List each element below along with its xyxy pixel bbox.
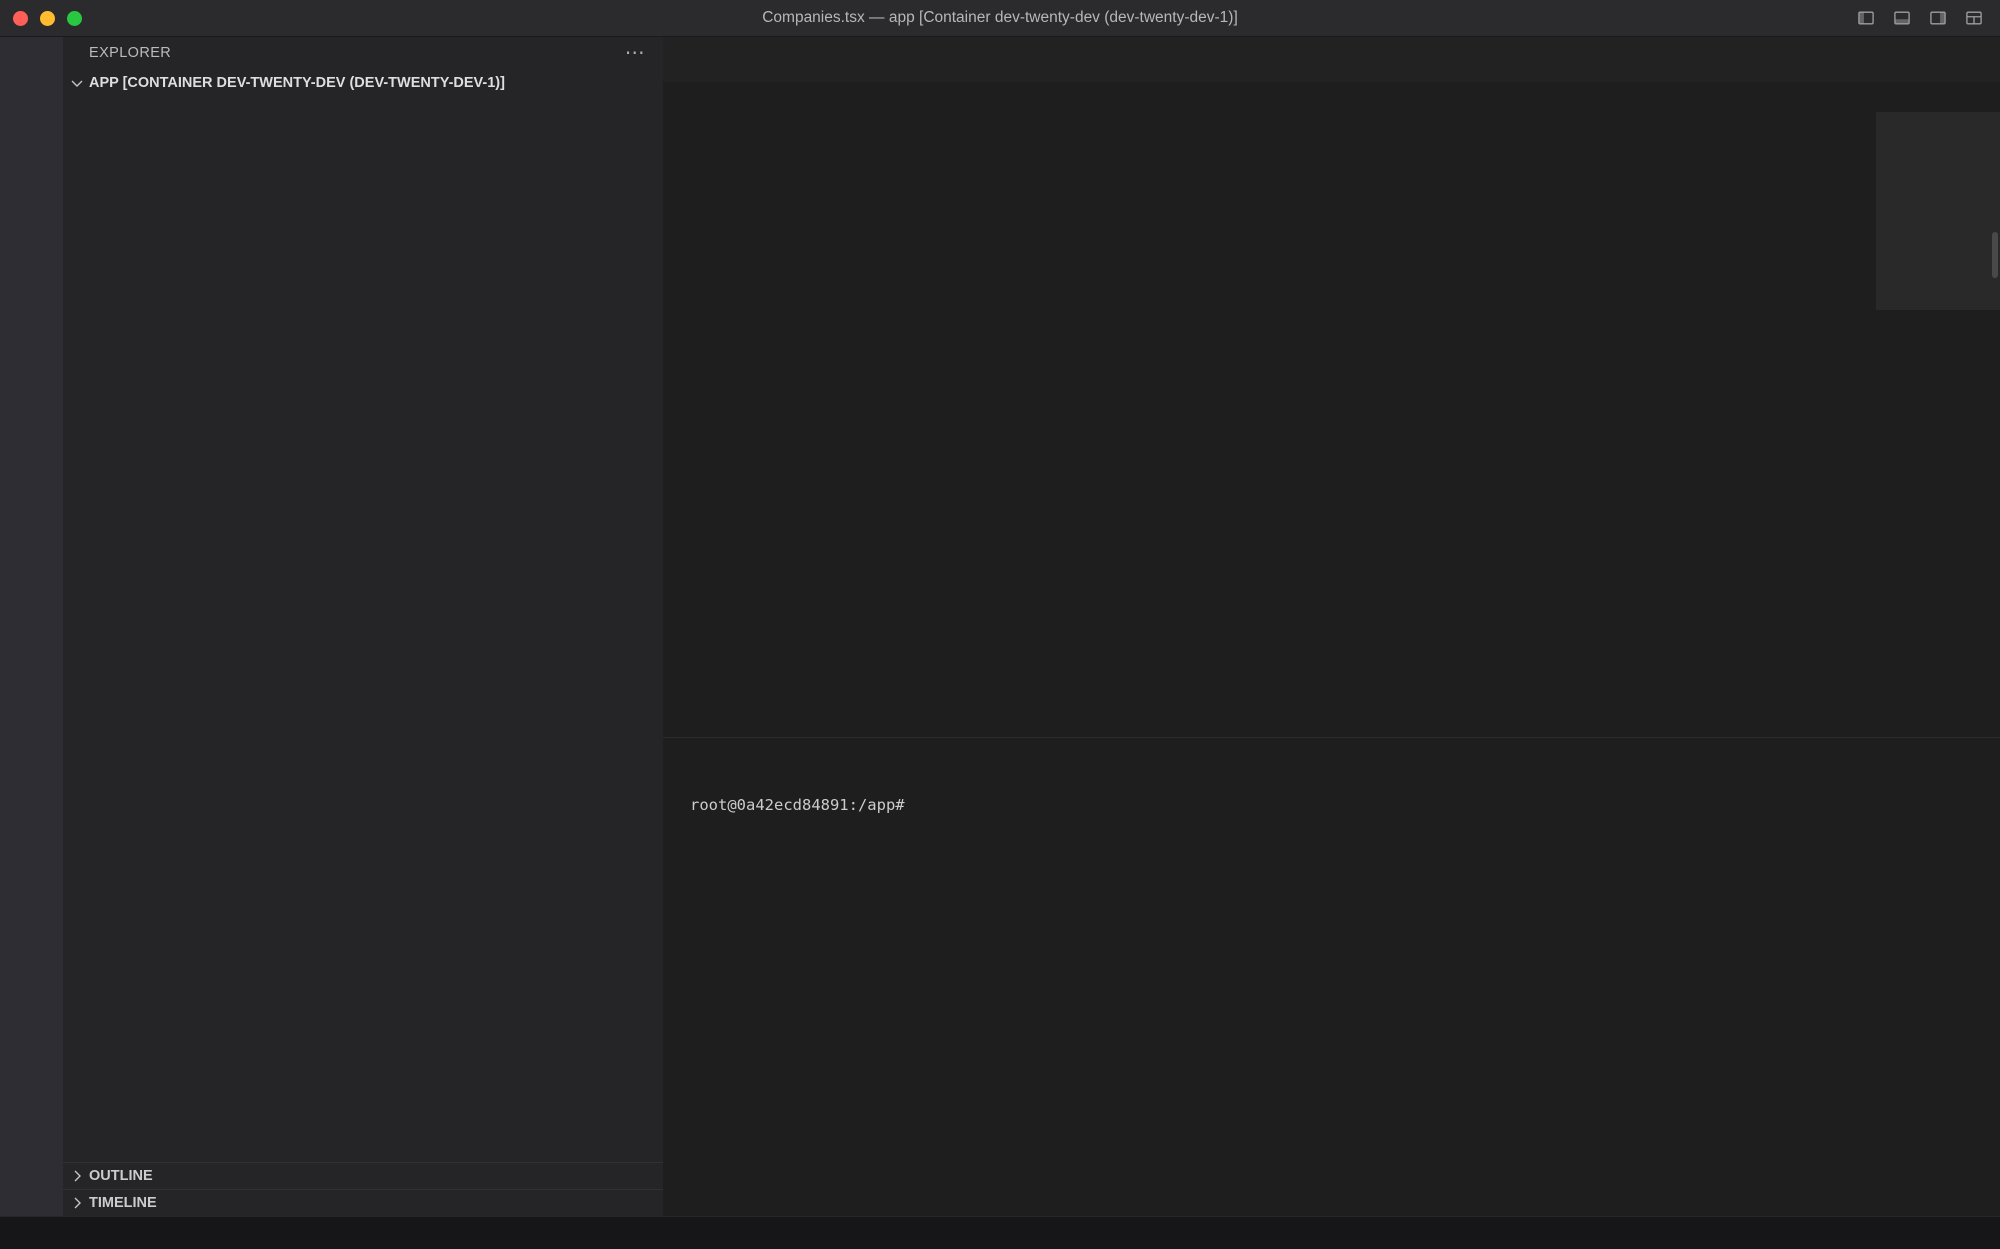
file-tree <box>63 97 663 1162</box>
title-bar: Companies.tsx — app [Container dev-twent… <box>0 0 2000 37</box>
window-controls <box>0 11 82 26</box>
breadcrumb <box>663 82 2000 112</box>
titlebar-layout-actions <box>1856 8 2000 28</box>
chevron-down-icon <box>69 75 85 91</box>
explorer-sidebar: EXPLORER ⋯ APP [CONTAINER DEV-TWENTY-DEV… <box>63 37 663 1216</box>
panel-left-icon[interactable] <box>1856 8 1876 28</box>
code-editor[interactable] <box>663 112 2000 737</box>
vscode-window: Companies.tsx — app [Container dev-twent… <box>0 0 2000 1249</box>
editor-region: root@0a42ecd84891:/app# <box>663 37 2000 1216</box>
editor-tabs <box>663 37 2000 82</box>
explorer-more-actions-icon[interactable]: ⋯ <box>625 48 645 58</box>
terminal-prompt: root@0a42ecd84891:/app# <box>690 796 905 814</box>
activity-bar <box>0 37 63 1216</box>
outline-section[interactable]: OUTLINE <box>63 1162 663 1189</box>
bottom-panel: root@0a42ecd84891:/app# <box>663 737 2000 1216</box>
panel-bottom-icon[interactable] <box>1892 8 1912 28</box>
layout-icon[interactable] <box>1964 8 1984 28</box>
outline-label: OUTLINE <box>89 1168 153 1184</box>
close-window-button[interactable] <box>13 11 28 26</box>
project-section-header[interactable]: APP [CONTAINER DEV-TWENTY-DEV (DEV-TWENT… <box>63 69 663 97</box>
explorer-title: EXPLORER <box>89 45 171 61</box>
editor-scrollbar[interactable] <box>1992 232 1998 278</box>
timeline-label: TIMELINE <box>89 1195 157 1211</box>
chevron-right-icon <box>69 1168 85 1184</box>
panel-right-icon[interactable] <box>1928 8 1948 28</box>
window-title: Companies.tsx — app [Container dev-twent… <box>0 9 2000 27</box>
terminal[interactable]: root@0a42ecd84891:/app# <box>663 780 2000 1216</box>
zoom-window-button[interactable] <box>67 11 82 26</box>
status-bar <box>0 1216 2000 1249</box>
chevron-right-icon <box>69 1195 85 1211</box>
minimap[interactable] <box>1876 112 2000 737</box>
minimap-slider[interactable] <box>1876 112 2000 310</box>
minimize-window-button[interactable] <box>40 11 55 26</box>
timeline-section[interactable]: TIMELINE <box>63 1189 663 1216</box>
project-section-title: APP [CONTAINER DEV-TWENTY-DEV (DEV-TWENT… <box>89 75 505 91</box>
